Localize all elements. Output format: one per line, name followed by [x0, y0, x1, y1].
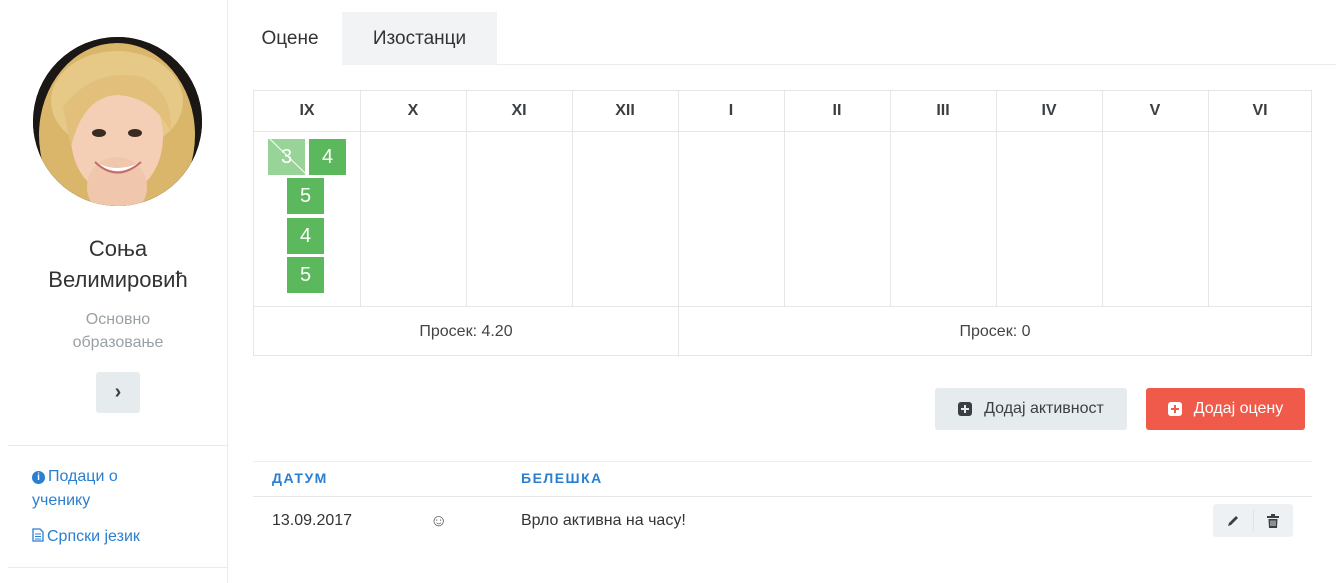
chevron-right-icon: › [114, 381, 122, 403]
grade-value: 3 [280, 145, 293, 168]
month-header: I [728, 102, 734, 119]
trash-icon [1267, 513, 1280, 528]
grades-table: IX X XI XII I II III IV V VI 3 4 5 4 5 П… [253, 90, 1312, 357]
tab-absences[interactable]: Изостанци [342, 12, 497, 65]
month-header: III [936, 102, 950, 119]
sidebar-divider [8, 445, 227, 446]
second-semester-average: Просек: 0 [959, 322, 1031, 340]
grade-value: 4 [321, 145, 334, 168]
smiley-icon: ☺ [430, 511, 448, 530]
student-sidebar: Соња Велимировић Основно образовање › iП… [0, 0, 228, 583]
pencil-icon [1227, 515, 1238, 526]
plus-square-icon [1167, 402, 1182, 416]
sidebar-link-label: Подаци о [48, 468, 118, 485]
column-divider [784, 91, 785, 306]
first-semester-average: Просек: 4.20 [419, 322, 513, 340]
student-program-line: Основно [85, 311, 151, 328]
column-divider [1102, 91, 1103, 306]
student-page: Соња Велимировић Основно образовање › iП… [0, 0, 1336, 583]
tab-grades[interactable]: Оцене [238, 12, 342, 65]
add-activity-button[interactable]: Додај активност [935, 388, 1127, 430]
sidebar-link-student-info[interactable]: i Подаци о ученику [32, 465, 118, 513]
month-header: IX [299, 102, 315, 119]
sidebar-link-serbian-language[interactable]: Српски језик [32, 525, 140, 549]
header-divider [254, 131, 1311, 132]
note-date: 13.09.2017 [272, 512, 353, 529]
note-text: Врло активна на часу! [521, 512, 686, 529]
add-grade-label: Додај оцену [1193, 400, 1284, 417]
student-program-line: образовање [72, 334, 164, 351]
column-divider [890, 91, 891, 306]
tab-bar: Оцене Изостанци [238, 12, 1336, 65]
info-circle-icon: i [32, 471, 45, 484]
grade-value: 5 [299, 184, 312, 207]
month-header: X [407, 102, 419, 119]
month-header: II [832, 102, 842, 119]
student-program: Основно образовање [8, 308, 228, 354]
column-divider [572, 91, 573, 306]
column-divider [360, 91, 361, 306]
grade-badge[interactable]: 4 [309, 139, 346, 175]
notes-header-date: ДАТУМ [272, 470, 328, 486]
add-activity-label: Додај активност [984, 400, 1104, 417]
month-header: V [1149, 102, 1161, 119]
student-last-name: Велимировић [48, 267, 188, 292]
document-icon [32, 525, 44, 549]
student-avatar [33, 37, 202, 206]
edit-button[interactable] [1213, 504, 1253, 537]
month-header: XI [511, 102, 527, 119]
column-divider [996, 91, 997, 306]
add-grade-button[interactable]: Додај оцену [1146, 388, 1305, 430]
grade-badge[interactable]: 5 [287, 257, 324, 293]
plus-square-icon [958, 402, 973, 416]
notes-header-note: БЕЛЕШКА [521, 470, 603, 486]
notes-header-divider [253, 496, 1312, 497]
grade-badge[interactable]: 5 [287, 178, 324, 214]
grade-badge[interactable]: 4 [287, 218, 324, 254]
delete-button[interactable] [1254, 504, 1294, 537]
column-divider [678, 91, 679, 306]
grade-value: 5 [299, 263, 312, 286]
student-first-name: Соња [88, 236, 148, 261]
month-header: XII [615, 102, 635, 119]
grade-badge-crossed[interactable]: 3 [268, 139, 305, 175]
column-divider [466, 91, 467, 306]
student-name: Соња Велимировић [8, 233, 228, 295]
sidebar-link-label: Српски језик [47, 528, 140, 545]
column-divider [1208, 91, 1209, 306]
notes-divider [253, 461, 1312, 462]
next-student-button[interactable]: › [96, 372, 140, 413]
month-header: IV [1041, 102, 1057, 119]
month-header: VI [1252, 102, 1268, 119]
student-photo [33, 37, 202, 206]
row-actions [1213, 504, 1293, 537]
sidebar-divider [8, 567, 227, 568]
grade-value: 4 [299, 224, 312, 247]
sidebar-link-label: ученику [32, 492, 91, 509]
